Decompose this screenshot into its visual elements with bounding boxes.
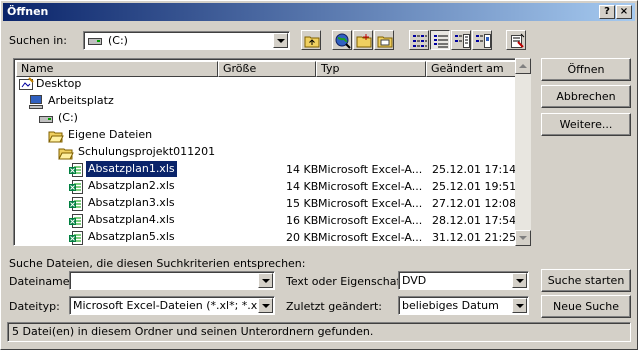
file-size: 16 KB bbox=[286, 214, 319, 227]
open-dialog: Öffnen ? × Suchen in: (C:) Name Größe Ty… bbox=[0, 0, 638, 350]
globe-search-icon[interactable] bbox=[332, 30, 352, 50]
tree-item-my-documents[interactable]: Eigene Dateien bbox=[16, 127, 216, 144]
tree-item-label: Eigene Dateien bbox=[68, 128, 153, 141]
file-type: Microsoft Excel-A... bbox=[318, 214, 423, 227]
cancel-button[interactable]: Abbrechen bbox=[541, 85, 631, 108]
vertical-scrollbar[interactable] bbox=[515, 58, 531, 246]
chevron-down-icon[interactable] bbox=[273, 33, 288, 48]
look-in-value: (C:) bbox=[108, 34, 128, 47]
modified-label: Zuletzt geändert: bbox=[286, 300, 382, 313]
file-size: 14 KB bbox=[286, 180, 319, 193]
file-name: Absatzplan4.xls bbox=[88, 213, 175, 226]
column-header-name[interactable]: Name bbox=[16, 61, 218, 77]
excel-file-icon bbox=[68, 213, 84, 229]
file-modified: 27.12.01 12:08 bbox=[432, 197, 517, 210]
new-folder-icon[interactable] bbox=[353, 30, 373, 50]
tree-item-label: Desktop bbox=[36, 77, 82, 90]
file-row[interactable]: Absatzplan2.xls 14 KB Microsoft Excel-A.… bbox=[16, 178, 526, 195]
chevron-down-icon[interactable] bbox=[512, 298, 527, 313]
file-size: 20 KB bbox=[286, 231, 319, 244]
drive-icon bbox=[38, 111, 54, 127]
chevron-down-icon[interactable] bbox=[512, 273, 527, 288]
new-search-button[interactable]: Neue Suche bbox=[541, 295, 631, 318]
filetype-value: Microsoft Excel-Dateien (*.xl*; *.xls; * bbox=[73, 299, 259, 312]
text-property-input[interactable]: DVD bbox=[398, 271, 529, 290]
folder-properties-icon[interactable] bbox=[374, 30, 394, 50]
folder-up-icon[interactable] bbox=[301, 30, 321, 50]
look-in-label: Suchen in: bbox=[9, 34, 67, 47]
filetype-dropdown[interactable]: Microsoft Excel-Dateien (*.xl*; *.xls; * bbox=[69, 296, 275, 315]
list-view-icon[interactable] bbox=[409, 30, 429, 50]
search-start-button[interactable]: Suche starten bbox=[541, 269, 631, 292]
excel-file-icon bbox=[68, 179, 84, 195]
open-button[interactable]: Öffnen bbox=[541, 58, 631, 81]
filename-input[interactable] bbox=[69, 271, 275, 290]
filetype-label: Dateityp: bbox=[9, 300, 60, 313]
search-heading: Suche Dateien, die diesen Suchkriterien … bbox=[9, 257, 306, 270]
tree-item-label: Arbeitsplatz bbox=[48, 94, 114, 107]
file-modified: 31.12.01 21:25 bbox=[432, 231, 517, 244]
file-row[interactable]: Absatzplan1.xls 14 KB Microsoft Excel-A.… bbox=[16, 161, 526, 178]
file-list[interactable]: Name Größe Typ Geändert am Desktop Arbei… bbox=[13, 58, 528, 246]
folder-open-icon bbox=[48, 128, 64, 144]
file-size: 15 KB bbox=[286, 197, 319, 210]
close-button[interactable]: × bbox=[616, 5, 632, 19]
title-bar[interactable]: Öffnen ? × bbox=[3, 3, 635, 21]
file-type: Microsoft Excel-A... bbox=[318, 197, 423, 210]
file-name: Absatzplan1.xls bbox=[86, 161, 177, 177]
column-header-size[interactable]: Größe bbox=[218, 61, 316, 77]
scroll-up-button[interactable] bbox=[515, 58, 531, 74]
help-button[interactable]: ? bbox=[599, 5, 615, 19]
text-property-label: Text oder Eigenschaft: bbox=[286, 275, 409, 288]
details-view-icon[interactable] bbox=[430, 30, 450, 50]
look-in-dropdown[interactable]: (C:) bbox=[83, 31, 290, 50]
excel-file-icon bbox=[68, 196, 84, 212]
filename-label: Dateiname: bbox=[9, 275, 74, 288]
modified-value: beliebiges Datum bbox=[402, 299, 499, 312]
tree-item-drive-c[interactable]: (C:) bbox=[16, 110, 216, 127]
file-size: 14 KB bbox=[286, 163, 319, 176]
properties-view-icon[interactable] bbox=[451, 30, 471, 50]
chevron-down-icon[interactable] bbox=[258, 273, 273, 288]
computer-icon bbox=[28, 94, 44, 110]
file-name: Absatzplan5.xls bbox=[88, 230, 175, 243]
tree-item-desktop[interactable]: Desktop bbox=[16, 76, 216, 93]
tree-item-computer[interactable]: Arbeitsplatz bbox=[16, 93, 216, 110]
file-name: Absatzplan2.xls bbox=[88, 179, 175, 192]
file-row[interactable]: Absatzplan4.xls 16 KB Microsoft Excel-A.… bbox=[16, 212, 526, 229]
file-modified: 25.12.01 17:14 bbox=[432, 163, 517, 176]
file-type: Microsoft Excel-A... bbox=[318, 163, 423, 176]
tree-item-project-folder[interactable]: Schulungsprojekt011201 bbox=[16, 144, 216, 161]
file-row[interactable]: Absatzplan3.xls 15 KB Microsoft Excel-A.… bbox=[16, 195, 526, 212]
file-row[interactable]: Absatzplan5.xls 20 KB Microsoft Excel-A.… bbox=[16, 229, 526, 246]
desktop-icon bbox=[18, 77, 34, 93]
commands-icon[interactable] bbox=[506, 30, 526, 50]
drive-icon bbox=[88, 36, 102, 49]
modified-dropdown[interactable]: beliebiges Datum bbox=[398, 296, 529, 315]
tree-item-label: Schulungsprojekt011201 bbox=[78, 145, 216, 158]
text-property-value: DVD bbox=[402, 274, 427, 287]
folder-open-icon bbox=[58, 145, 74, 161]
file-type: Microsoft Excel-A... bbox=[318, 231, 423, 244]
file-name: Absatzplan3.xls bbox=[88, 196, 175, 209]
tree-item-label: (C:) bbox=[58, 111, 78, 124]
window-title: Öffnen bbox=[7, 5, 49, 18]
file-modified: 25.12.01 19:51 bbox=[432, 180, 517, 193]
column-header-modified[interactable]: Geändert am bbox=[426, 61, 526, 77]
excel-file-icon bbox=[68, 230, 84, 246]
chevron-down-icon[interactable] bbox=[258, 298, 273, 313]
scroll-down-button[interactable] bbox=[515, 230, 531, 246]
more-button[interactable]: Weitere... bbox=[541, 113, 631, 136]
status-bar: 5 Datei(en) in diesem Ordner und seinen … bbox=[7, 322, 631, 342]
excel-file-icon bbox=[68, 162, 84, 178]
file-type: Microsoft Excel-A... bbox=[318, 180, 423, 193]
file-modified: 28.12.01 17:54 bbox=[432, 214, 517, 227]
preview-view-icon[interactable] bbox=[472, 30, 492, 50]
column-header-type[interactable]: Typ bbox=[316, 61, 426, 77]
